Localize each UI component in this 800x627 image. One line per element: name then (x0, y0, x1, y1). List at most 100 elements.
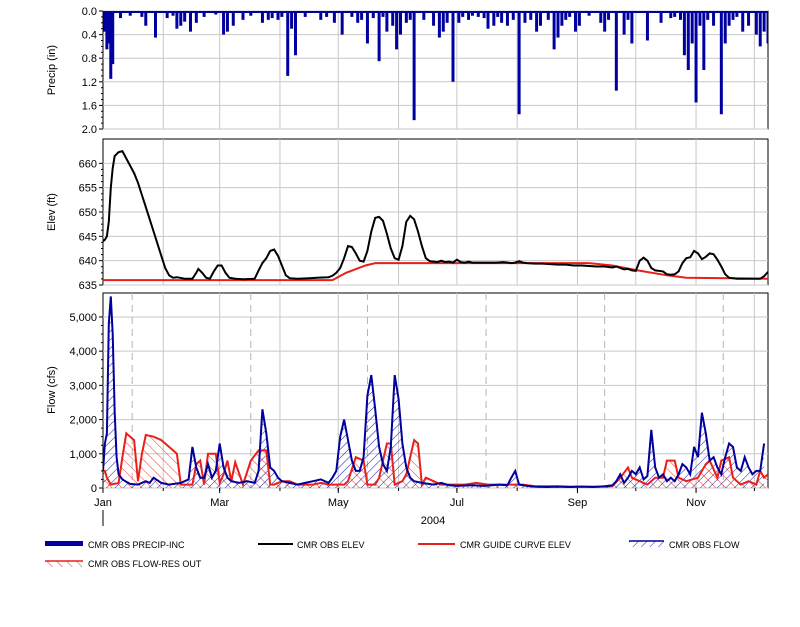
precip-bar (603, 11, 607, 32)
precip-bar (568, 11, 572, 17)
precip-bar (183, 11, 187, 22)
precip-bar (645, 11, 649, 41)
precip-bar (776, 11, 779, 20)
precip-bar (266, 11, 270, 20)
precip-bar (788, 11, 791, 16)
precip-bar (280, 11, 284, 17)
precip-bar (249, 11, 253, 16)
precip-bar (694, 11, 698, 103)
precip-bar (260, 11, 264, 23)
x-tick-label: Nov (686, 497, 706, 509)
precip-bar (511, 11, 515, 20)
flow-panel (102, 292, 769, 489)
precip-bar (539, 11, 542, 26)
precip-bar (231, 11, 235, 26)
legend-guide-label: CMR GUIDE CURVE ELEV (460, 540, 571, 550)
precip-bar (144, 11, 148, 26)
precip-bar (391, 11, 395, 26)
x-tick-label: Mar (210, 497, 229, 509)
precip-bar (782, 11, 785, 17)
precip-bar (505, 11, 509, 26)
precip-bar (560, 11, 564, 26)
precip-bar (741, 11, 745, 32)
precip-bar (754, 11, 758, 35)
precip-bar (377, 11, 381, 62)
precip-bar (128, 11, 132, 16)
precip-bar (762, 11, 766, 32)
precip-bar (686, 11, 690, 70)
precip-bar (381, 11, 385, 17)
precip-bar (332, 11, 336, 23)
precip-bar (422, 11, 426, 20)
precip-bar (794, 11, 797, 14)
precip-bar (535, 11, 539, 32)
y-tick-label: 660 (79, 158, 97, 170)
precip-bar (189, 11, 192, 32)
precip-bar (214, 11, 218, 15)
precip-bar (241, 11, 245, 20)
precip-bar (669, 11, 673, 19)
precip-bar (395, 11, 399, 50)
y-tick-label: 655 (79, 183, 97, 195)
legend-resout-label: CMR OBS FLOW-RES OUT (88, 559, 202, 569)
precip-bar (735, 11, 739, 17)
precip-bar (727, 11, 731, 26)
y-tick-label: 1.2 (82, 77, 97, 89)
precip-bar (770, 11, 773, 32)
precip-bar (599, 11, 603, 23)
precip-bar (294, 11, 297, 56)
precip-bar (706, 11, 710, 20)
precip-bar (564, 11, 568, 20)
precip-bar (270, 11, 274, 19)
precip-bar (165, 11, 169, 19)
chart-canvas: 0.0 0.4 0.8 1.2 1.6 2.0 635 640 645 650 655 660 0 1,0… (45, 6, 797, 569)
precip-bar (202, 11, 206, 17)
legend-flow-swatch (629, 541, 664, 547)
precip-bar (758, 11, 762, 47)
precip-bar (630, 11, 634, 44)
precip-bar (517, 11, 521, 115)
legend-resout-swatch (45, 561, 83, 567)
precip-bar (371, 11, 375, 19)
y-tick-label: 645 (79, 231, 97, 243)
precip-bar (222, 11, 226, 35)
precip-bar (350, 11, 354, 17)
precip-bar (194, 11, 198, 23)
precip-bar (412, 11, 416, 121)
precip-bar (360, 11, 364, 20)
precip-bar (437, 11, 441, 38)
precip-bar (119, 11, 122, 19)
precip-bar (496, 11, 500, 17)
precip-bar (622, 11, 626, 35)
elev-y-axis-title: Elev (ft) (46, 193, 58, 231)
precip-bar (365, 11, 369, 44)
precip-bar (179, 11, 183, 26)
y-tick-label: 5,000 (69, 312, 97, 324)
precip-bar (719, 11, 723, 115)
precip-bar (457, 11, 461, 23)
y-tick-label: 2.0 (82, 124, 97, 136)
precip-bar (175, 11, 179, 29)
precip-bar (470, 11, 474, 16)
precip-bar (702, 11, 706, 70)
precip-bar (682, 11, 686, 56)
precip-bar (587, 11, 591, 16)
precip-y-axis-title: Precip (in) (46, 45, 58, 95)
precip-bar (679, 11, 682, 20)
precip-bar (614, 11, 618, 91)
precip-bar (523, 11, 527, 23)
y-tick-label: 0.0 (82, 6, 97, 18)
precip-bar (486, 11, 490, 29)
precip-bar (500, 11, 504, 23)
x-tick-label: Jan (94, 497, 112, 509)
precip-bar (441, 11, 445, 32)
precip-bar (408, 11, 412, 20)
precip-bar (171, 11, 175, 16)
precip-bar (356, 11, 360, 23)
legend-precip-label: CMR OBS PRECIP-INC (88, 540, 185, 550)
precip-bar (574, 11, 577, 32)
y-tick-label: 0.4 (82, 30, 97, 42)
precip-bar (577, 11, 581, 26)
precip-panel (102, 10, 769, 130)
precip-bar (690, 11, 694, 44)
